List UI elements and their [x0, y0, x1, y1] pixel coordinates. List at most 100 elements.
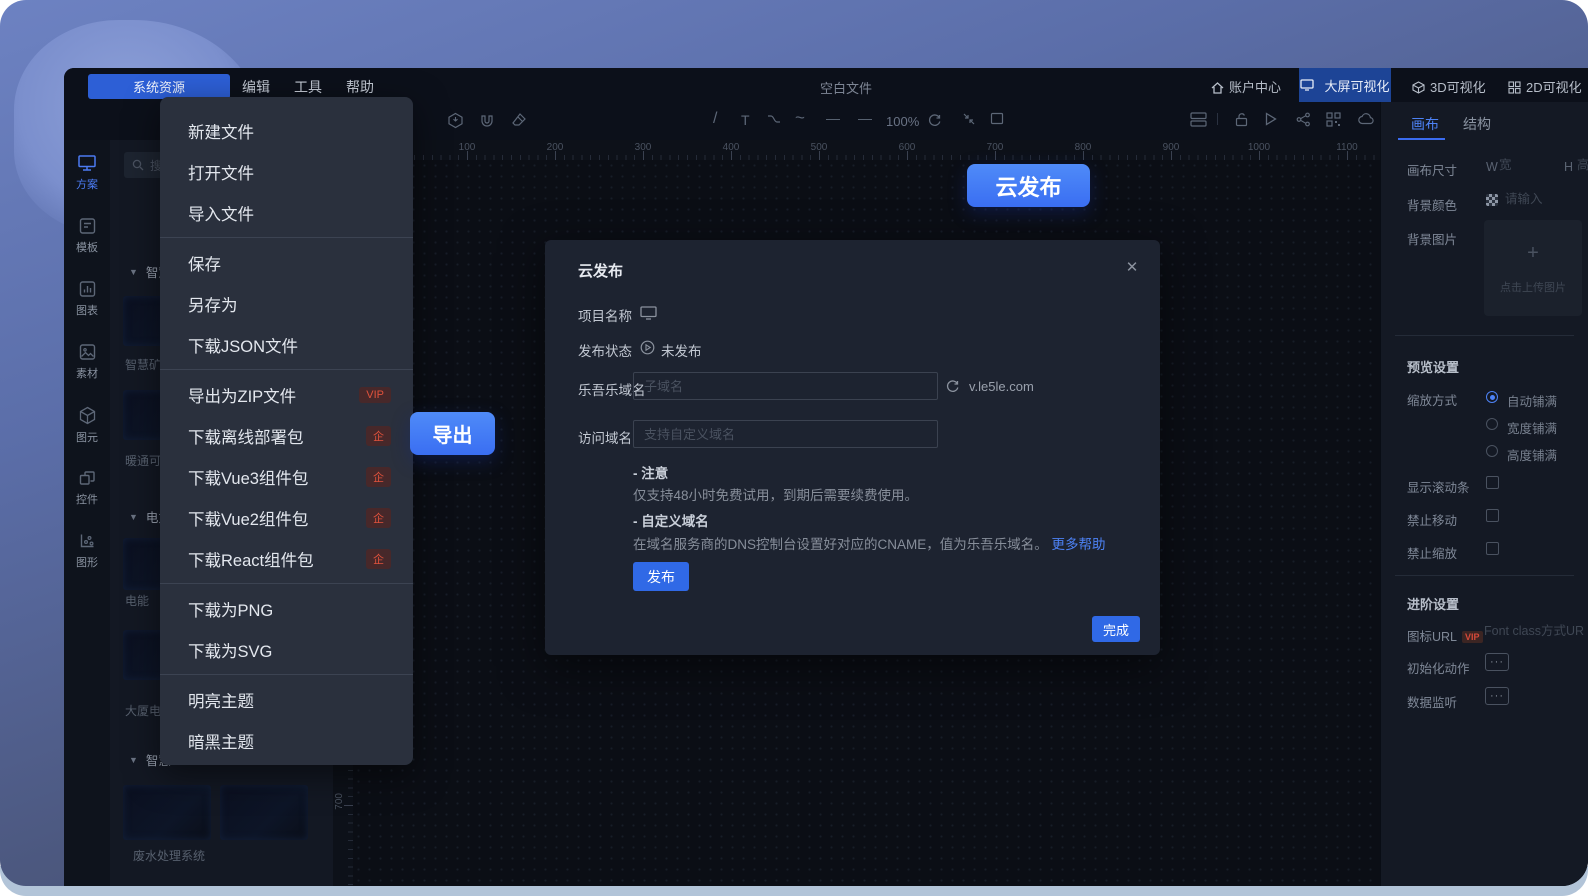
project-name-label: 项目名称	[578, 305, 632, 325]
horizontal-ruler: 100 200 300 400 500 600 700 800 900 1000…	[353, 140, 1380, 160]
frame-icon[interactable]	[990, 112, 1004, 125]
menu-item-download-svg[interactable]: 下载为SVG	[160, 629, 413, 670]
menu-item-open-file[interactable]: 打开文件	[160, 151, 413, 192]
menu-item-new-file[interactable]: 新建文件	[160, 110, 413, 151]
icon-url-input[interactable]	[1484, 624, 1584, 638]
radio-height-fill[interactable]	[1486, 445, 1498, 457]
project-monitor-icon	[640, 306, 657, 320]
sidebar-item-controls[interactable]: 控件	[64, 469, 110, 532]
menu-item-save-as[interactable]: 另存为	[160, 283, 413, 324]
qrcode-icon[interactable]	[1326, 112, 1341, 127]
pen-tool-icon[interactable]: /	[713, 110, 717, 128]
asset-label: 暖通可	[125, 452, 161, 469]
text-tool-icon[interactable]: T	[741, 112, 750, 128]
sidebar-item-charts[interactable]: 图表	[64, 280, 110, 343]
sidebar-item-pens[interactable]: 图元	[64, 406, 110, 469]
menu-item-download-json[interactable]: 下载JSON文件	[160, 324, 413, 365]
menu-item-offline-package[interactable]: 下载离线部署包企	[160, 415, 413, 456]
bg-color-input[interactable]	[1505, 192, 1575, 206]
canvas-width-input[interactable]	[1499, 158, 1541, 172]
magnet-icon[interactable]	[479, 112, 495, 128]
asset-thumbnail[interactable]	[220, 785, 308, 840]
nav-tab-2d[interactable]: 2D可视化	[1508, 77, 1582, 96]
panel-divider	[1395, 575, 1574, 576]
menu-divider	[160, 237, 413, 238]
menu-tools[interactable]: 工具	[294, 77, 322, 97]
wave-tool-icon[interactable]: ~	[795, 108, 805, 128]
radio-auto-fill[interactable]	[1486, 391, 1498, 403]
more-help-link[interactable]: 更多帮助	[1052, 537, 1106, 552]
menu-item-light-theme[interactable]: 明亮主题	[160, 679, 413, 720]
grid-2d-icon	[1508, 81, 1521, 94]
subdomain-input[interactable]	[633, 372, 938, 400]
custom-domain-input[interactable]	[633, 420, 938, 448]
sidebar-item-templates[interactable]: 模板	[64, 217, 110, 280]
zoom-level[interactable]: 100%	[886, 114, 919, 129]
search-icon	[132, 159, 144, 171]
screenshot-stage: 乐吾乐 文件 编辑 工具 帮助 空白文件 账户中心 大屏可视化 3D可视化 2D…	[0, 0, 1588, 896]
show-scrollbar-checkbox[interactable]	[1486, 476, 1499, 489]
menu-item-import-file[interactable]: 导入文件	[160, 192, 413, 233]
ruler-label: 600	[899, 142, 916, 153]
play-icon[interactable]	[1264, 112, 1277, 126]
right-properties-panel: 画布 结构 画布尺寸 W H 背景颜色 背景图片 + 点击上传图片 预览设置	[1380, 102, 1588, 886]
menu-item-export-zip[interactable]: 导出为ZIP文件VIP	[160, 374, 413, 415]
nav-tab-bigscreen[interactable]: 大屏可视化	[1299, 68, 1391, 102]
canvas-height-input[interactable]	[1577, 158, 1588, 172]
menu-item-react-package[interactable]: 下载React组件包企	[160, 538, 413, 579]
color-swatch[interactable]	[1486, 194, 1498, 206]
menu-item-save[interactable]: 保存	[160, 242, 413, 283]
cloud-publish-callout[interactable]: 云发布	[967, 164, 1090, 207]
fit-screen-icon[interactable]	[962, 112, 976, 126]
sidebar-item-materials[interactable]: 素材	[64, 343, 110, 406]
menu-item-vue3-package[interactable]: 下载Vue3组件包企	[160, 456, 413, 497]
monitor-icon	[77, 154, 97, 172]
tab-structure[interactable]: 结构	[1463, 114, 1491, 134]
vip-badge: VIP	[1462, 631, 1483, 643]
done-button[interactable]: 完成	[1092, 616, 1140, 642]
menu-edit[interactable]: 编辑	[242, 77, 270, 97]
radio-label: 自动铺满	[1507, 391, 1557, 410]
domain-refresh-icon[interactable]	[945, 378, 960, 393]
template-icon	[78, 217, 97, 235]
cloud-icon[interactable]	[1358, 112, 1375, 125]
curve-tool-icon[interactable]	[766, 112, 782, 126]
ruler-label: 800	[1075, 142, 1092, 153]
status-play-icon	[640, 340, 655, 355]
ruler-label: 700	[334, 793, 345, 810]
close-icon[interactable]: ✕	[1122, 258, 1142, 276]
dash-tool-icon[interactable]: —	[858, 110, 872, 126]
init-action-label: 初始化动作	[1407, 658, 1470, 677]
nav-tab-3d[interactable]: 3D可视化	[1412, 77, 1486, 96]
bg-image-upload[interactable]: + 点击上传图片	[1484, 220, 1582, 316]
line-tool-icon[interactable]: —	[826, 110, 840, 126]
scale-mode-label: 缩放方式	[1407, 390, 1457, 409]
init-action-more-button[interactable]: ···	[1485, 653, 1509, 671]
publish-button[interactable]: 发布	[633, 562, 689, 591]
show-scrollbar-label: 显示滚动条	[1407, 477, 1470, 496]
nav-account-center[interactable]: 账户中心	[1211, 77, 1281, 96]
data-listen-more-button[interactable]: ···	[1485, 687, 1509, 705]
export-callout[interactable]: 导出	[410, 412, 495, 455]
share-icon[interactable]	[1296, 112, 1311, 127]
hexagon-pen-icon[interactable]	[447, 112, 464, 129]
layout-icon[interactable]	[1190, 112, 1207, 127]
disable-move-checkbox[interactable]	[1486, 509, 1499, 522]
menu-help[interactable]: 帮助	[346, 77, 374, 97]
menu-item-download-png[interactable]: 下载为PNG	[160, 588, 413, 629]
disable-zoom-checkbox[interactable]	[1486, 542, 1499, 555]
eraser-icon[interactable]	[511, 112, 527, 127]
sidebar-item-solutions[interactable]: 方案	[64, 154, 110, 217]
unlock-icon[interactable]	[1234, 112, 1249, 127]
radio-width-fill[interactable]	[1486, 418, 1498, 430]
asset-thumbnail[interactable]	[123, 785, 211, 840]
ruler-label: 300	[635, 142, 652, 153]
menu-item-vue2-package[interactable]: 下载Vue2组件包企	[160, 497, 413, 538]
refresh-zoom-icon[interactable]	[927, 112, 942, 127]
menu-item-dark-theme[interactable]: 暗黑主题	[160, 720, 413, 761]
system-resources-button[interactable]: 系统资源	[88, 74, 230, 99]
note-heading: - 注意	[633, 462, 668, 482]
cube-3d-icon	[1412, 81, 1425, 94]
sidebar-item-shapes[interactable]: 图形	[64, 532, 110, 595]
tab-canvas[interactable]: 画布	[1411, 114, 1439, 134]
